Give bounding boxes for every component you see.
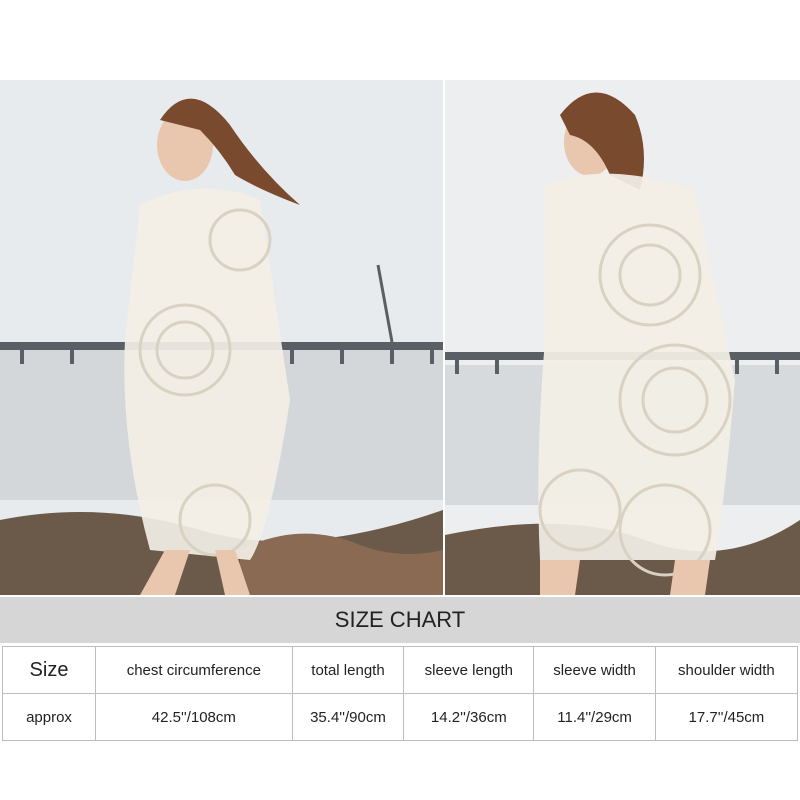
row-cell-total-length: 35.4''/90cm	[291, 693, 405, 741]
size-chart-row-approx: approx 42.5''/108cm 35.4''/90cm 14.2''/3…	[2, 693, 799, 741]
product-photo-side-view	[0, 80, 443, 595]
row-cell-chest: 42.5''/108cm	[95, 693, 293, 741]
row-cell-sleeve-length: 14.2''/36cm	[403, 693, 535, 741]
product-photo-back-view	[445, 80, 800, 595]
size-chart-title: SIZE CHART	[0, 597, 800, 643]
header-cell-sleeve-length: sleeve length	[403, 646, 535, 694]
row-cell-size: approx	[2, 693, 96, 741]
row-cell-shoulder-width: 17.7''/45cm	[654, 693, 799, 741]
row-cell-sleeve-width: 11.4''/29cm	[533, 693, 656, 741]
header-cell-total-length: total length	[291, 646, 405, 694]
header-cell-chest: chest circumference	[95, 646, 293, 694]
product-photos	[0, 80, 800, 595]
size-chart-table: Size chest circumference total length sl…	[2, 646, 799, 741]
photo-side-view-image	[0, 80, 443, 595]
size-chart-header-row: Size chest circumference total length sl…	[2, 646, 799, 694]
photo-back-view-image	[445, 80, 800, 595]
header-cell-shoulder-width: shoulder width	[654, 646, 799, 694]
header-cell-sleeve-width: sleeve width	[533, 646, 656, 694]
header-cell-size: Size	[2, 646, 96, 694]
